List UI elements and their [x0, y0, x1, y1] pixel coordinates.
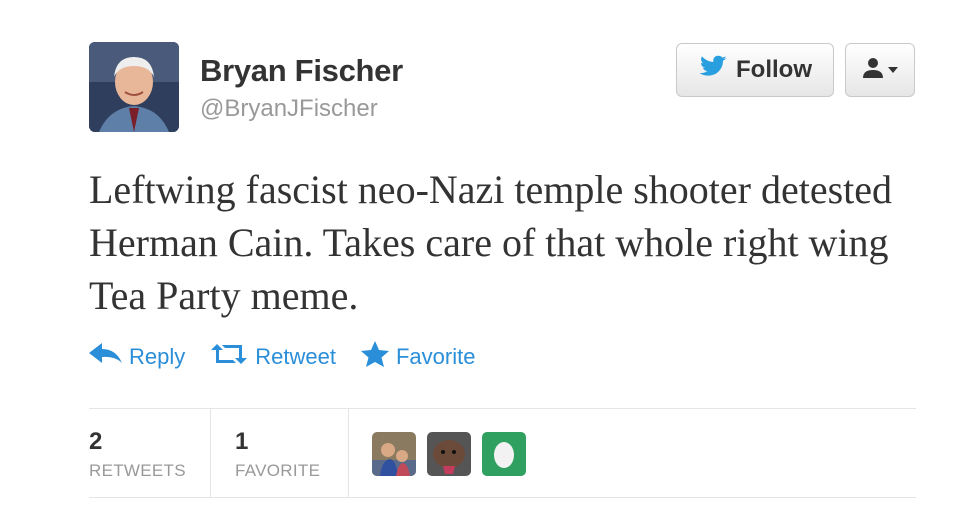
favorites-count: 1 [235, 428, 249, 455]
author-handle[interactable]: @BryanJFischer [200, 95, 378, 123]
stats-top-divider [89, 408, 916, 409]
favorites-label: FAVORITE [235, 461, 321, 480]
retweet-label: Retweet [255, 344, 336, 369]
stats-bottom-divider [89, 497, 916, 498]
stats-separator [348, 409, 349, 497]
follow-label: Follow [736, 56, 812, 83]
favorite-button[interactable]: Favorite [360, 340, 475, 374]
author-avatar[interactable] [89, 42, 179, 132]
reply-icon [89, 342, 123, 372]
favoriter-avatar[interactable] [427, 432, 471, 476]
tweet-text: Leftwing fascist neo-Nazi temple shooter… [89, 167, 893, 318]
favoriter-avatar[interactable] [372, 432, 416, 476]
chevron-down-icon [888, 61, 898, 79]
retweet-button[interactable]: Retweet [209, 342, 336, 372]
user-icon [862, 57, 884, 84]
retweets-label: RETWEETS [89, 461, 186, 480]
author-name[interactable]: Bryan Fischer [200, 53, 403, 89]
retweets-count: 2 [89, 428, 103, 455]
tweet-actions: Reply Retweet Favorite [89, 340, 499, 374]
retweets-stat[interactable]: 2 RETWEETS [89, 428, 186, 481]
favorite-label: Favorite [395, 344, 476, 369]
follow-button[interactable]: Follow [676, 43, 834, 97]
twitter-bird-icon [698, 55, 728, 86]
reply-label: Reply [129, 344, 186, 369]
star-icon [360, 340, 390, 374]
reply-button[interactable]: Reply [89, 342, 185, 372]
retweet-icon [209, 342, 249, 372]
favorites-stat[interactable]: 1 FAVORITE [235, 428, 320, 481]
user-actions-dropdown[interactable] [845, 43, 915, 97]
favoriter-avatar[interactable] [482, 432, 526, 476]
stats-separator [210, 409, 211, 497]
